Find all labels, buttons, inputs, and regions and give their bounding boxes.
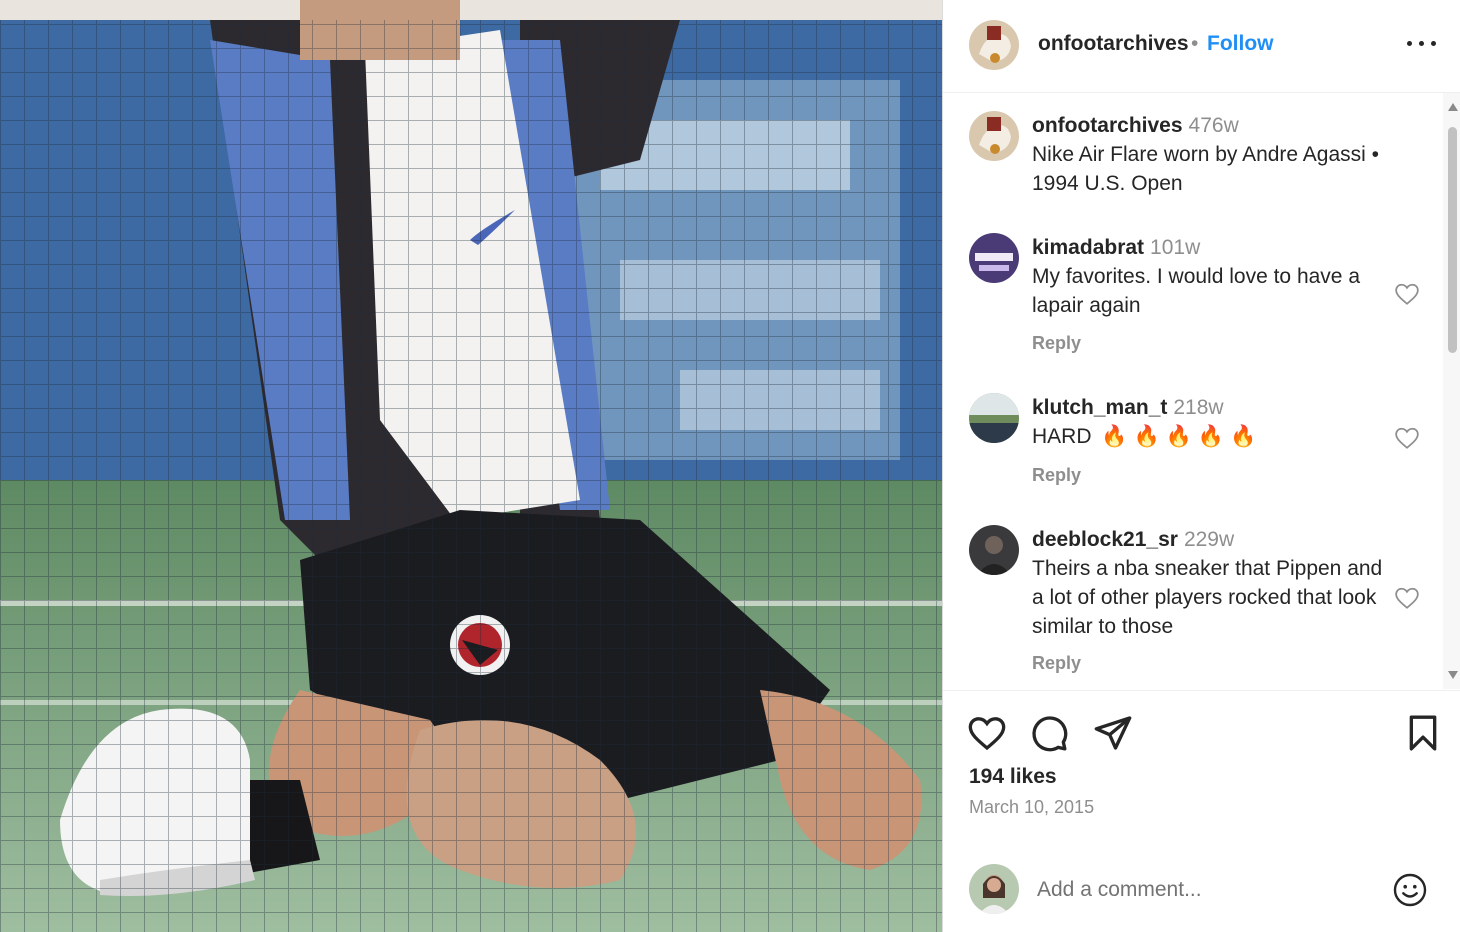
current-user-avatar-image — [969, 864, 1019, 914]
more-options-icon[interactable] — [1405, 28, 1439, 58]
save-bookmark-icon[interactable] — [1403, 713, 1443, 753]
dot — [1431, 41, 1436, 46]
post-date[interactable]: March 10, 2015 — [969, 797, 1094, 818]
scroll-up-arrow-icon[interactable] — [1448, 103, 1458, 111]
comments-scrollbar[interactable] — [1443, 93, 1460, 689]
scrollbar-thumb[interactable] — [1448, 127, 1457, 353]
reply-button[interactable]: Reply — [1032, 333, 1081, 354]
add-comment-input[interactable] — [1035, 872, 1369, 908]
comments-list[interactable]: onfootarchives 476w Nike Air Flare worn b… — [943, 93, 1443, 689]
comment-time[interactable]: 229w — [1184, 528, 1234, 551]
commenter-avatar[interactable] — [969, 525, 1019, 575]
post-side-panel: onfootarchives • Follow onfootarchives 47… — [942, 0, 1460, 932]
dot — [1407, 41, 1412, 46]
author-avatar-image — [969, 20, 1019, 70]
comment-time[interactable]: 218w — [1173, 396, 1223, 419]
scroll-down-arrow-icon[interactable] — [1448, 671, 1458, 679]
comment-like-heart-icon[interactable] — [1393, 281, 1421, 307]
post-image — [0, 0, 942, 932]
author-username[interactable]: onfootarchives — [1038, 32, 1189, 56]
comment-text: Theirs a nba sneaker that Pippen and a l… — [1032, 557, 1383, 638]
comment-text: My favorites. I would love to have a lap… — [1032, 265, 1360, 317]
comment-body: deeblock21_sr 229w Theirs a nba sneaker t… — [1032, 525, 1392, 641]
share-paper-plane-icon[interactable] — [1093, 713, 1133, 753]
emoji-smiley-icon[interactable] — [1392, 872, 1428, 908]
author-avatar[interactable] — [969, 20, 1019, 70]
comment-body: kimadabrat 101w My favorites. I would lov… — [1032, 233, 1392, 320]
comment-username[interactable]: onfootarchives — [1032, 114, 1183, 137]
post-photo[interactable] — [0, 0, 942, 932]
reply-button[interactable]: Reply — [1032, 653, 1081, 674]
commenter-avatar-image — [969, 393, 1019, 443]
like-heart-icon[interactable] — [967, 713, 1007, 753]
comment-username[interactable]: kimadabrat — [1032, 236, 1144, 259]
post-actions: 194 likes March 10, 2015 — [943, 690, 1460, 841]
add-comment-bar — [943, 842, 1460, 932]
author-avatar-image — [969, 111, 1019, 161]
caption-body: onfootarchives 476w Nike Air Flare worn b… — [1032, 111, 1392, 198]
comment-like-heart-icon[interactable] — [1393, 425, 1421, 451]
comment-bubble-icon[interactable] — [1029, 713, 1069, 753]
likes-count[interactable]: 194 likes — [969, 765, 1057, 789]
reply-button[interactable]: Reply — [1032, 465, 1081, 486]
comment-body: klutch_man_t 218w HARD 🔥🔥🔥🔥🔥 — [1032, 393, 1392, 451]
comment-text: HARD — [1032, 425, 1092, 448]
dot — [1419, 41, 1424, 46]
commenter-avatar-image — [969, 525, 1019, 575]
header-separator: • — [1191, 32, 1199, 55]
comment-like-heart-icon[interactable] — [1393, 585, 1421, 611]
post-header: onfootarchives • Follow — [943, 0, 1460, 93]
comment-username[interactable]: deeblock21_sr — [1032, 528, 1178, 551]
current-user-avatar[interactable] — [969, 864, 1019, 914]
caption-text: Nike Air Flare worn by Andre Agassi • 19… — [1032, 143, 1380, 195]
author-avatar[interactable] — [969, 111, 1019, 161]
commenter-avatar[interactable] — [969, 393, 1019, 443]
commenter-avatar-image — [969, 233, 1019, 283]
follow-button[interactable]: Follow — [1207, 32, 1274, 56]
fire-emoji: 🔥🔥🔥🔥🔥 — [1101, 425, 1263, 448]
comment-time[interactable]: 476w — [1189, 114, 1239, 137]
comment-username[interactable]: klutch_man_t — [1032, 396, 1167, 419]
comment-time[interactable]: 101w — [1150, 236, 1200, 259]
commenter-avatar[interactable] — [969, 233, 1019, 283]
